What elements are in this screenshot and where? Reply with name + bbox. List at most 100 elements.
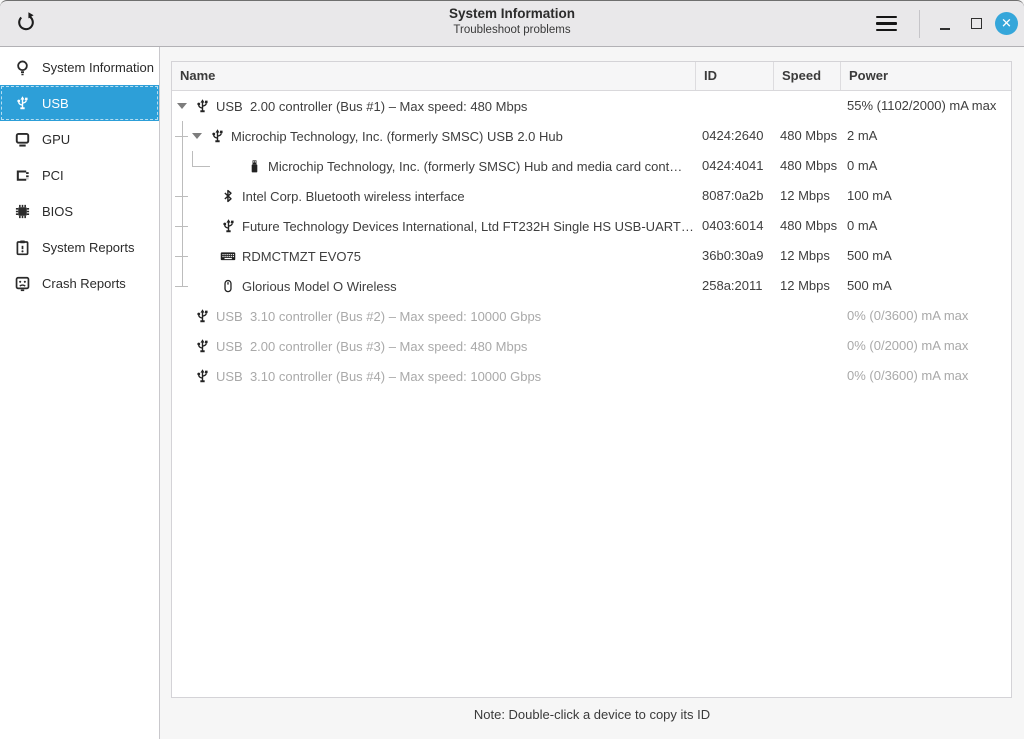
minimize-icon bbox=[940, 28, 950, 30]
tree-line bbox=[175, 135, 188, 137]
device-speed bbox=[774, 331, 841, 361]
device-name-cell: USB 2.00 controller (Bus #3) – Max speed… bbox=[172, 331, 696, 361]
table-row[interactable]: USB 2.00 controller (Bus #3) – Max speed… bbox=[172, 331, 1011, 361]
chip-icon bbox=[13, 202, 31, 220]
device-name: Glorious Model O Wireless bbox=[242, 278, 397, 294]
usb-icon bbox=[13, 94, 31, 112]
device-power: 500 mA bbox=[847, 248, 892, 263]
device-speed bbox=[774, 91, 841, 121]
device-name-cell: USB 3.10 controller (Bus #4) – Max speed… bbox=[172, 361, 696, 391]
device-name: Intel Corp. Bluetooth wireless interface bbox=[242, 188, 465, 204]
device-power: 100 mA bbox=[847, 188, 892, 203]
column-header-power[interactable]: Power bbox=[841, 62, 1011, 90]
expander-placeholder bbox=[176, 370, 188, 382]
table-row[interactable]: Microchip Technology, Inc. (formerly SMS… bbox=[172, 151, 1011, 181]
table-row[interactable]: Future Technology Devices International,… bbox=[172, 211, 1011, 241]
minimize-button[interactable] bbox=[933, 10, 957, 38]
table-row[interactable]: RDMCTMZT EVO75 36b0:30a9 12 Mbps 500 mA bbox=[172, 241, 1011, 271]
device-name: USB 3.10 controller (Bus #2) – Max speed… bbox=[216, 308, 542, 324]
sidebar-item-bios[interactable]: BIOS bbox=[0, 193, 159, 229]
column-header-speed[interactable]: Speed bbox=[774, 62, 841, 90]
bluetooth-icon bbox=[220, 188, 236, 204]
expander-arrow[interactable] bbox=[191, 130, 203, 142]
content-pane: Name ID Speed Power USB 2.00 controller (Bu… bbox=[160, 47, 1024, 739]
sidebar-item-label: System Information bbox=[42, 59, 154, 75]
table-row[interactable]: USB 3.10 controller (Bus #4) – Max speed… bbox=[172, 361, 1011, 391]
app-window: System Information Troubleshoot problems… bbox=[0, 0, 1024, 739]
device-name-cell: Intel Corp. Bluetooth wireless interface bbox=[172, 181, 696, 211]
sidebar-item-crash-reports[interactable]: Crash Reports bbox=[0, 265, 159, 301]
tree-line bbox=[175, 225, 188, 227]
menu-button[interactable] bbox=[870, 9, 902, 39]
device-id bbox=[696, 361, 774, 391]
sidebar-item-system-information[interactable]: System Information bbox=[0, 49, 159, 85]
device-power: 0% (0/2000) mA max bbox=[847, 338, 969, 353]
device-name-cell: USB 3.10 controller (Bus #2) – Max speed… bbox=[172, 301, 696, 331]
table-row[interactable]: Glorious Model O Wireless 258a:2011 12 Mbp… bbox=[172, 271, 1011, 301]
expander-placeholder bbox=[176, 340, 188, 352]
sidebar-item-gpu[interactable]: GPU bbox=[0, 121, 159, 157]
device-name-cell: Future Technology Devices International,… bbox=[172, 211, 696, 241]
device-power: 2 mA bbox=[847, 128, 878, 143]
device-name: RDMCTMZT EVO75 bbox=[242, 248, 361, 264]
column-header-name[interactable]: Name bbox=[172, 62, 696, 90]
device-speed: 480 Mbps bbox=[780, 158, 838, 173]
maximize-button[interactable] bbox=[964, 10, 988, 38]
tree-line bbox=[192, 165, 210, 167]
maximize-icon bbox=[970, 18, 982, 29]
keyboard-icon bbox=[220, 248, 236, 264]
device-name: USB 3.10 controller (Bus #4) – Max speed… bbox=[216, 368, 542, 384]
expander-placeholder bbox=[176, 310, 188, 322]
device-power: 0% (0/3600) mA max bbox=[847, 308, 969, 323]
expander-arrow[interactable] bbox=[176, 100, 188, 112]
device-name-cell: RDMCTMZT EVO75 bbox=[172, 241, 696, 271]
pci-icon bbox=[13, 166, 31, 184]
usb-icon bbox=[194, 338, 210, 354]
device-id: 258a:2011 bbox=[702, 278, 763, 293]
device-power: 500 mA bbox=[847, 278, 892, 293]
device-id: 36b0:30a9 bbox=[702, 248, 764, 263]
device-name-cell: USB 2.00 controller (Bus #1) – Max speed… bbox=[172, 91, 696, 121]
titlebar-separator bbox=[919, 9, 920, 38]
usb-device-table: Name ID Speed Power USB 2.00 controller (Bu… bbox=[171, 61, 1012, 698]
device-name: Microchip Technology, Inc. (formerly SMS… bbox=[231, 128, 563, 144]
device-power: 55% (1102/2000) mA max bbox=[847, 98, 997, 113]
sidebar: System Information USB GPU PCI BIOS System Re… bbox=[0, 47, 160, 739]
device-speed: 12 Mbps bbox=[780, 188, 830, 203]
device-speed bbox=[774, 301, 841, 331]
sidebar-item-usb[interactable]: USB bbox=[0, 85, 159, 121]
device-speed: 480 Mbps bbox=[780, 218, 838, 233]
device-id: 0403:6014 bbox=[702, 218, 764, 233]
sidebar-item-system-reports[interactable]: System Reports bbox=[0, 229, 159, 265]
usb-icon bbox=[194, 368, 210, 384]
tree-line bbox=[175, 195, 188, 197]
display-icon bbox=[13, 130, 31, 148]
device-speed: 12 Mbps bbox=[780, 278, 830, 293]
usb-icon bbox=[220, 218, 236, 234]
refresh-button[interactable] bbox=[12, 10, 40, 38]
table-header: Name ID Speed Power bbox=[172, 62, 1011, 91]
device-power: 0 mA bbox=[847, 158, 878, 173]
app-body: System Information USB GPU PCI BIOS System Re… bbox=[0, 47, 1024, 739]
device-name: USB 2.00 controller (Bus #3) – Max speed… bbox=[216, 338, 528, 354]
device-power: 0% (0/3600) mA max bbox=[847, 368, 969, 383]
close-button[interactable]: ✕ bbox=[995, 12, 1018, 35]
usb-icon bbox=[194, 98, 210, 114]
sidebar-item-pci[interactable]: PCI bbox=[0, 157, 159, 193]
device-id bbox=[696, 301, 774, 331]
column-header-id[interactable]: ID bbox=[696, 62, 774, 90]
device-id: 0424:2640 bbox=[702, 128, 764, 143]
device-name: Future Technology Devices International,… bbox=[242, 218, 694, 234]
device-speed: 480 Mbps bbox=[780, 128, 838, 143]
device-id: 8087:0a2b bbox=[702, 188, 764, 203]
mouse-icon bbox=[220, 278, 236, 294]
device-name-cell: Microchip Technology, Inc. (formerly SMS… bbox=[172, 121, 696, 151]
table-row[interactable]: Microchip Technology, Inc. (formerly SMS… bbox=[172, 121, 1011, 151]
flash-drive-icon bbox=[246, 158, 262, 174]
table-row[interactable]: Intel Corp. Bluetooth wireless interface… bbox=[172, 181, 1011, 211]
sidebar-item-label: GPU bbox=[42, 131, 71, 147]
table-row[interactable]: USB 2.00 controller (Bus #1) – Max speed… bbox=[172, 91, 1011, 121]
device-id: 0424:4041 bbox=[702, 158, 764, 173]
table-row[interactable]: USB 3.10 controller (Bus #2) – Max speed… bbox=[172, 301, 1011, 331]
lightbulb-icon bbox=[13, 58, 31, 76]
